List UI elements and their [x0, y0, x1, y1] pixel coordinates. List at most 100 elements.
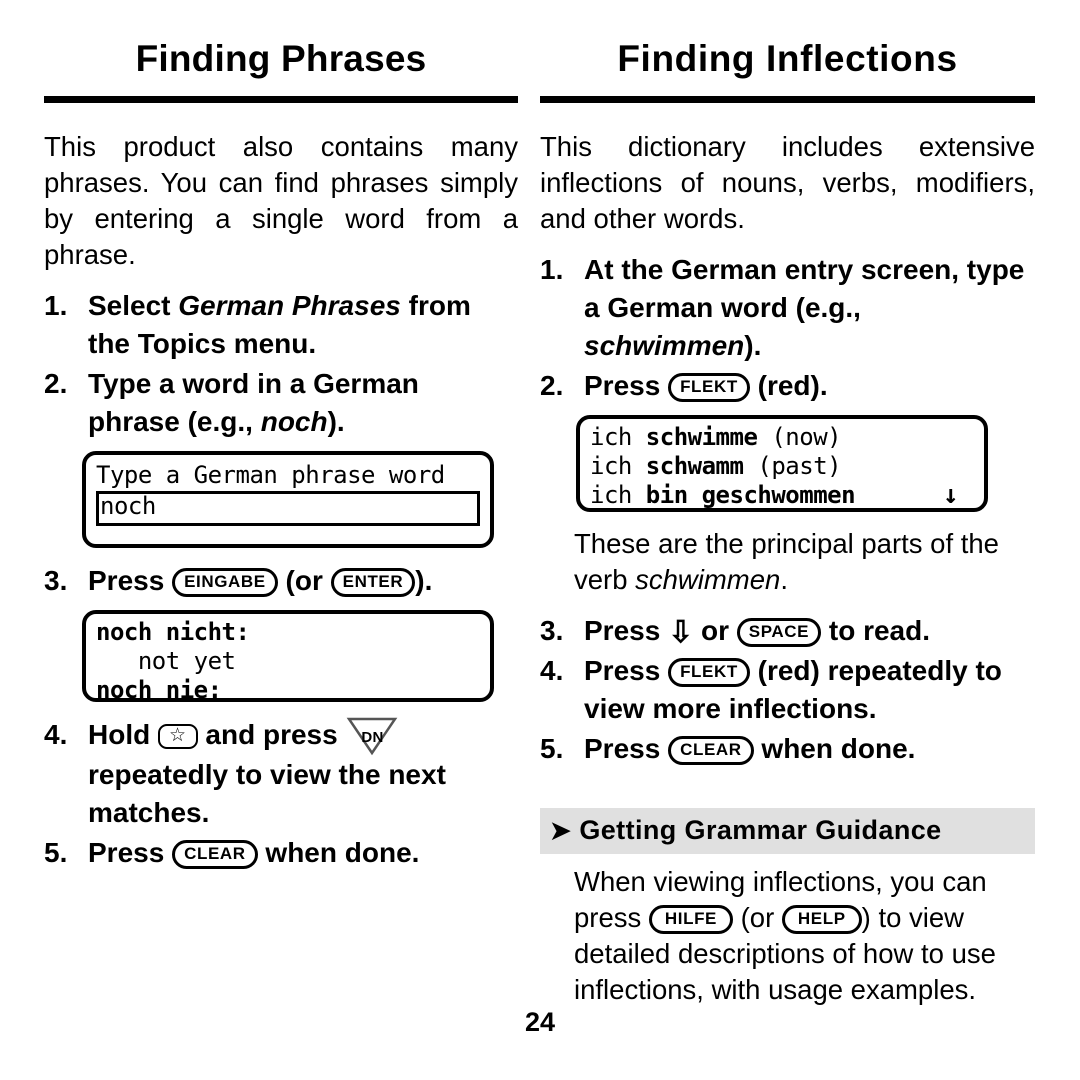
inflection-caption: These are the principal parts of the ver… — [540, 526, 1035, 598]
step-text-post: (red). — [749, 370, 828, 401]
list-item: 5. Press CLEAR when done. — [44, 834, 518, 872]
down-arrow-key-icon[interactable]: DN — [346, 716, 398, 756]
step-text-post: ). — [415, 565, 433, 596]
right-title-rule — [540, 96, 1035, 103]
right-column-title: Finding Inflections — [617, 38, 958, 79]
key-enter[interactable]: ENTER — [330, 568, 416, 597]
step-text-pre: Hold — [88, 719, 158, 750]
step-text-italic: German Phrases — [178, 290, 401, 321]
lcd-typed-text: noch — [100, 492, 156, 520]
guidance-part-2: (or — [733, 902, 782, 933]
list-item: 3. Press ⇩ or SPACE to read. — [540, 612, 1035, 650]
lcd-line-3-text: ich bin geschwommen — [590, 481, 856, 509]
step-number: 5. — [44, 837, 68, 868]
scroll-down-marker-icon: ↓ — [942, 480, 959, 510]
step-text-post: when done. — [257, 837, 420, 868]
grammar-guidance-paragraph: When viewing inflections, you can press … — [540, 864, 1035, 1008]
list-item: 1. At the German entry screen, type a Ger… — [540, 251, 1035, 365]
right-step-list: 1. At the German entry screen, type a Ger… — [540, 251, 1035, 405]
list-item: 4. Press FLEKT (red) repeatedly to view m… — [540, 652, 1035, 728]
step-text-pre: Press — [88, 565, 173, 596]
lcd-verb-form: bin geschwommen — [645, 481, 856, 509]
lcd-pronoun: ich — [590, 452, 646, 480]
key-hilfe[interactable]: HILFE — [648, 905, 733, 934]
lcd-prompt-line: Type a German phrase word — [96, 461, 445, 489]
key-flekt[interactable]: FLEKT — [668, 373, 750, 402]
step-text-post: ). — [744, 330, 762, 361]
step-text-post: when done. — [753, 733, 916, 764]
step-text-pre: Press — [584, 370, 669, 401]
list-item: 1. Select German Phrases from the Topics … — [44, 287, 518, 363]
right-column: Finding Inflections This dictionary incl… — [528, 0, 1080, 1022]
list-item: 4. Hold ☆ and press DN repeatedly to view… — [44, 716, 518, 832]
step-text-pre: Press — [584, 615, 669, 646]
step-number: 5. — [540, 733, 564, 764]
step-text-pre: Select — [88, 290, 179, 321]
lcd-result-line-1: noch nicht: — [96, 618, 250, 646]
step-number: 3. — [540, 615, 564, 646]
step-text-italic: schwimmen — [584, 330, 745, 361]
right-intro-paragraph: This dictionary includes extensive infle… — [540, 131, 1035, 234]
key-flekt[interactable]: FLEKT — [668, 658, 750, 687]
key-clear[interactable]: CLEAR — [172, 840, 258, 869]
lcd-verb-form: schwamm — [645, 452, 744, 480]
triangle-bullet-icon: ➤ — [550, 817, 572, 845]
step-text-pre: Press — [584, 733, 669, 764]
lcd-result-line-2: not yet — [96, 647, 236, 675]
lcd-result-line-3: noch nie: — [96, 676, 222, 702]
left-column-title: Finding Phrases — [135, 38, 427, 79]
lcd-input-box[interactable]: noch — [96, 491, 480, 526]
caption-italic: schwimmen — [635, 564, 781, 595]
step-number: 4. — [540, 655, 564, 686]
step-number: 2. — [44, 368, 68, 399]
left-title-rule — [44, 96, 518, 103]
lcd-tense-label: (past) — [743, 452, 842, 480]
section-banner-grammar-guidance: ➤ Getting Grammar Guidance — [540, 808, 1035, 854]
list-item: 2. Press FLEKT (red). — [540, 367, 1035, 405]
left-step-list: 1. Select German Phrases from the Topics … — [44, 287, 518, 441]
step-text-pre: Type a word in a German phrase (e.g., — [88, 368, 419, 437]
step-text-mid: and press — [197, 719, 346, 750]
lcd-screen-phrase-results: noch nicht: not yet noch nie: — [82, 610, 494, 702]
two-column-layout: Finding Phrases This product also contai… — [0, 0, 1080, 1022]
left-step-list-continued-3: 3. Press EINGABE (or ENTER). — [44, 562, 518, 600]
banner-label: Getting Grammar Guidance — [579, 815, 942, 845]
star-key-icon[interactable]: ☆ — [158, 724, 198, 749]
step-number: 4. — [44, 719, 68, 750]
list-item: 2. Type a word in a German phrase (e.g., … — [44, 365, 518, 441]
step-number: 2. — [540, 370, 564, 401]
step-text-post: to read. — [821, 615, 931, 646]
page-number: 24 — [524, 1007, 556, 1037]
lcd-pronoun: ich — [590, 423, 646, 451]
step-text-mid: (or — [277, 565, 331, 596]
key-space[interactable]: SPACE — [736, 618, 822, 647]
list-item: 3. Press EINGABE (or ENTER). — [44, 562, 518, 600]
left-column: Finding Phrases This product also contai… — [0, 0, 528, 1022]
step-text-post: repeatedly to view the next matches. — [88, 759, 446, 828]
step-number: 3. — [44, 565, 68, 596]
lcd-pronoun: ich — [590, 481, 646, 509]
right-step-list-continued: 3. Press ⇩ or SPACE to read. 4. Press FLEK… — [540, 612, 1035, 768]
lcd-inflection-line-2: ich schwamm (past) — [590, 452, 974, 481]
key-clear[interactable]: CLEAR — [668, 736, 754, 765]
down-key-label: DN — [361, 729, 384, 746]
lcd-screen-inflections: ich schwimme (now) ich schwamm (past) ic… — [576, 415, 988, 512]
left-intro-paragraph: This product also contains many phrases.… — [44, 131, 518, 270]
list-item: 5. Press CLEAR when done. — [540, 730, 1035, 768]
step-text-post: ). — [327, 406, 345, 437]
step-number: 1. — [44, 290, 68, 321]
caption-post: . — [780, 564, 788, 595]
left-step-list-continued-45: 4. Hold ☆ and press DN repeatedly to view… — [44, 716, 518, 872]
key-eingabe[interactable]: EINGABE — [172, 568, 278, 597]
step-text-pre: Press — [584, 655, 669, 686]
step-number: 1. — [540, 254, 564, 285]
manual-page: Finding Phrases This product also contai… — [0, 0, 1080, 1080]
step-text-pre: Press — [88, 837, 173, 868]
step-text-italic: noch — [260, 406, 328, 437]
down-arrow-icon[interactable]: ⇩ — [668, 616, 693, 649]
lcd-screen-phrase-entry: Type a German phrase word noch — [82, 451, 494, 548]
lcd-verb-form: schwimme — [645, 423, 758, 451]
key-help[interactable]: HELP — [781, 905, 862, 934]
step-text-pre: At the German entry screen, type a Germa… — [584, 254, 1025, 323]
lcd-inflection-line-1: ich schwimme (now) — [590, 423, 974, 452]
